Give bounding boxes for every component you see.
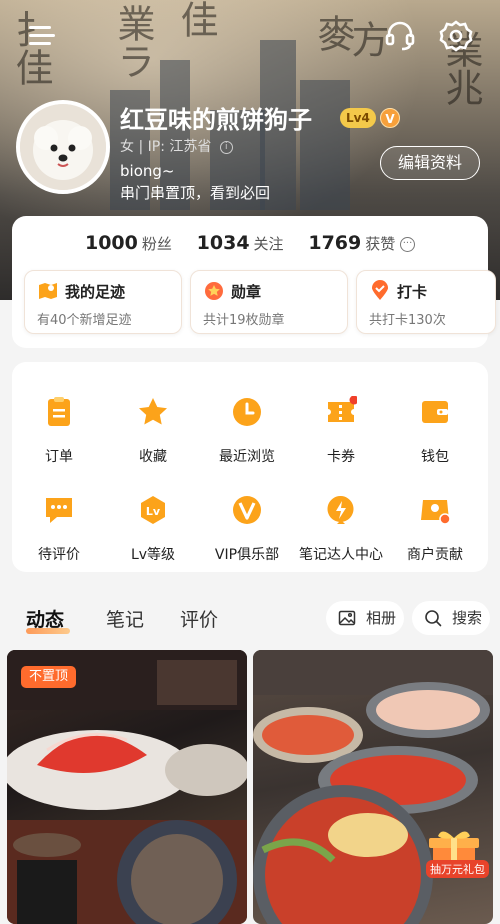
checkin-sub: 共打卡130次 (369, 313, 446, 328)
gender-ip-info: 女 | IP: 江苏省 i (120, 136, 233, 156)
gender-ip-text: 女 | IP: 江苏省 (120, 139, 212, 155)
fans-stat[interactable]: 1000 粉丝 (84, 232, 172, 254)
svg-text:Lv: Lv (146, 505, 161, 518)
footprint-sub: 有40个新增足迹 (37, 313, 132, 328)
search-label: 搜索 (452, 609, 483, 627)
follow-stat[interactable]: 1034 关注 (196, 232, 284, 254)
vip-club-label: VIP俱乐部 (214, 547, 280, 563)
search-button[interactable]: 搜索 (412, 601, 490, 635)
wallet-item[interactable]: 钱包 (388, 376, 482, 466)
footprint-card[interactable]: 我的足迹 有40个新增足迹 (24, 270, 182, 334)
medal-sub: 共计19枚勋章 (203, 313, 285, 328)
coupons-label: 卡券 (327, 449, 355, 465)
footprint-title: 我的足迹 (65, 283, 126, 301)
note-expert-label: 笔记达人中心 (299, 547, 383, 563)
comment-icon (46, 498, 72, 523)
stats-row: 1000 粉丝 1034 关注 1769 获赞 ··· (12, 232, 488, 254)
likes-stat[interactable]: 1769 获赞 ··· (308, 232, 416, 254)
recent-item[interactable]: 最近浏览 (200, 376, 294, 466)
fans-count: 1000 (84, 232, 138, 254)
tab-dynamics[interactable]: 动态 (26, 605, 64, 632)
merchant-contribution-label: 商户贡献 (407, 547, 463, 563)
search-icon (425, 610, 442, 627)
favorites-item[interactable]: 收藏 (106, 376, 200, 466)
customer-service-icon[interactable] (382, 18, 418, 54)
likes-label: 获赞 (365, 235, 396, 253)
services-grid: 订单 收藏 最近浏览 卡券 钱包 待评价 Lv Lv等级 VIP俱乐部 笔记达人… (12, 362, 488, 572)
lightning-icon (327, 496, 354, 524)
level-icon: Lv (141, 496, 165, 524)
likes-count: 1769 (308, 232, 362, 254)
merchant-contribution-item[interactable]: 商户贡献 (388, 474, 482, 564)
stats-card: 1000 粉丝 1034 关注 1769 获赞 ··· 我的足迹 有40个新增足迹 勋… (12, 216, 496, 348)
info-icon[interactable]: i (219, 140, 233, 154)
medal-card[interactable]: 勋章 共计19枚勋章 (190, 270, 348, 334)
menu-icon[interactable] (24, 18, 60, 54)
checkin-pin-icon (372, 280, 388, 300)
settings-icon[interactable] (438, 18, 474, 54)
tab-notes[interactable]: 笔记 (106, 605, 144, 632)
checkin-title: 打卡 (397, 283, 428, 301)
clock-icon (233, 398, 261, 426)
more-icon[interactable]: ··· (400, 237, 416, 252)
follow-count: 1034 (196, 232, 250, 254)
bio-line-2: 串门串置顶，看到必回 (120, 184, 271, 202)
level-item[interactable]: Lv Lv等级 (106, 474, 200, 564)
gift-label[interactable]: 抽万元礼包 (426, 860, 489, 878)
image-icon (338, 610, 356, 626)
feed-photo-hotpot[interactable]: 不置顶 (7, 650, 247, 924)
level-label: Lv等级 (130, 547, 176, 563)
medal-title: 勋章 (231, 283, 262, 301)
vip-club-item[interactable]: VIP俱乐部 (200, 474, 294, 564)
wallet-icon (422, 401, 448, 423)
checkin-card[interactable]: 打卡 共打卡130次 (356, 270, 496, 334)
level-badge[interactable]: Lv4 (340, 108, 376, 128)
orders-item[interactable]: 订单 (12, 376, 106, 466)
pending-review-label: 待评价 (38, 547, 80, 563)
wallet-label: 钱包 (421, 449, 449, 465)
username: 红豆味的煎饼狗子 (120, 106, 312, 134)
star-icon (139, 398, 167, 425)
vip-icon (233, 496, 261, 524)
unpin-badge[interactable]: 不置顶 (21, 666, 77, 688)
album-label: 相册 (366, 609, 397, 627)
note-expert-item[interactable]: 笔记达人中心 (294, 474, 388, 564)
edit-profile-button[interactable]: 编辑资料 (380, 146, 480, 180)
coupons-item[interactable]: 卡券 (294, 376, 388, 466)
bio-line-1: biong~ (120, 162, 175, 180)
feed-photo-bbq[interactable]: 抽万元礼包 (253, 650, 493, 924)
order-icon (48, 397, 70, 426)
ticket-icon (328, 396, 357, 422)
pending-review-item[interactable]: 待评价 (12, 474, 106, 564)
orders-label: 订单 (45, 449, 73, 465)
medal-icon (205, 282, 223, 300)
map-pin-icon (39, 283, 57, 299)
recent-label: 最近浏览 (219, 449, 275, 465)
album-button[interactable]: 相册 (326, 601, 404, 635)
fans-label: 粉丝 (141, 235, 172, 253)
follow-label: 关注 (253, 235, 284, 253)
vip-badge[interactable]: V (380, 108, 400, 128)
favorites-label: 收藏 (139, 449, 167, 465)
avatar[interactable] (16, 100, 110, 194)
tab-reviews[interactable]: 评价 (180, 605, 218, 632)
merchant-icon (421, 500, 451, 525)
